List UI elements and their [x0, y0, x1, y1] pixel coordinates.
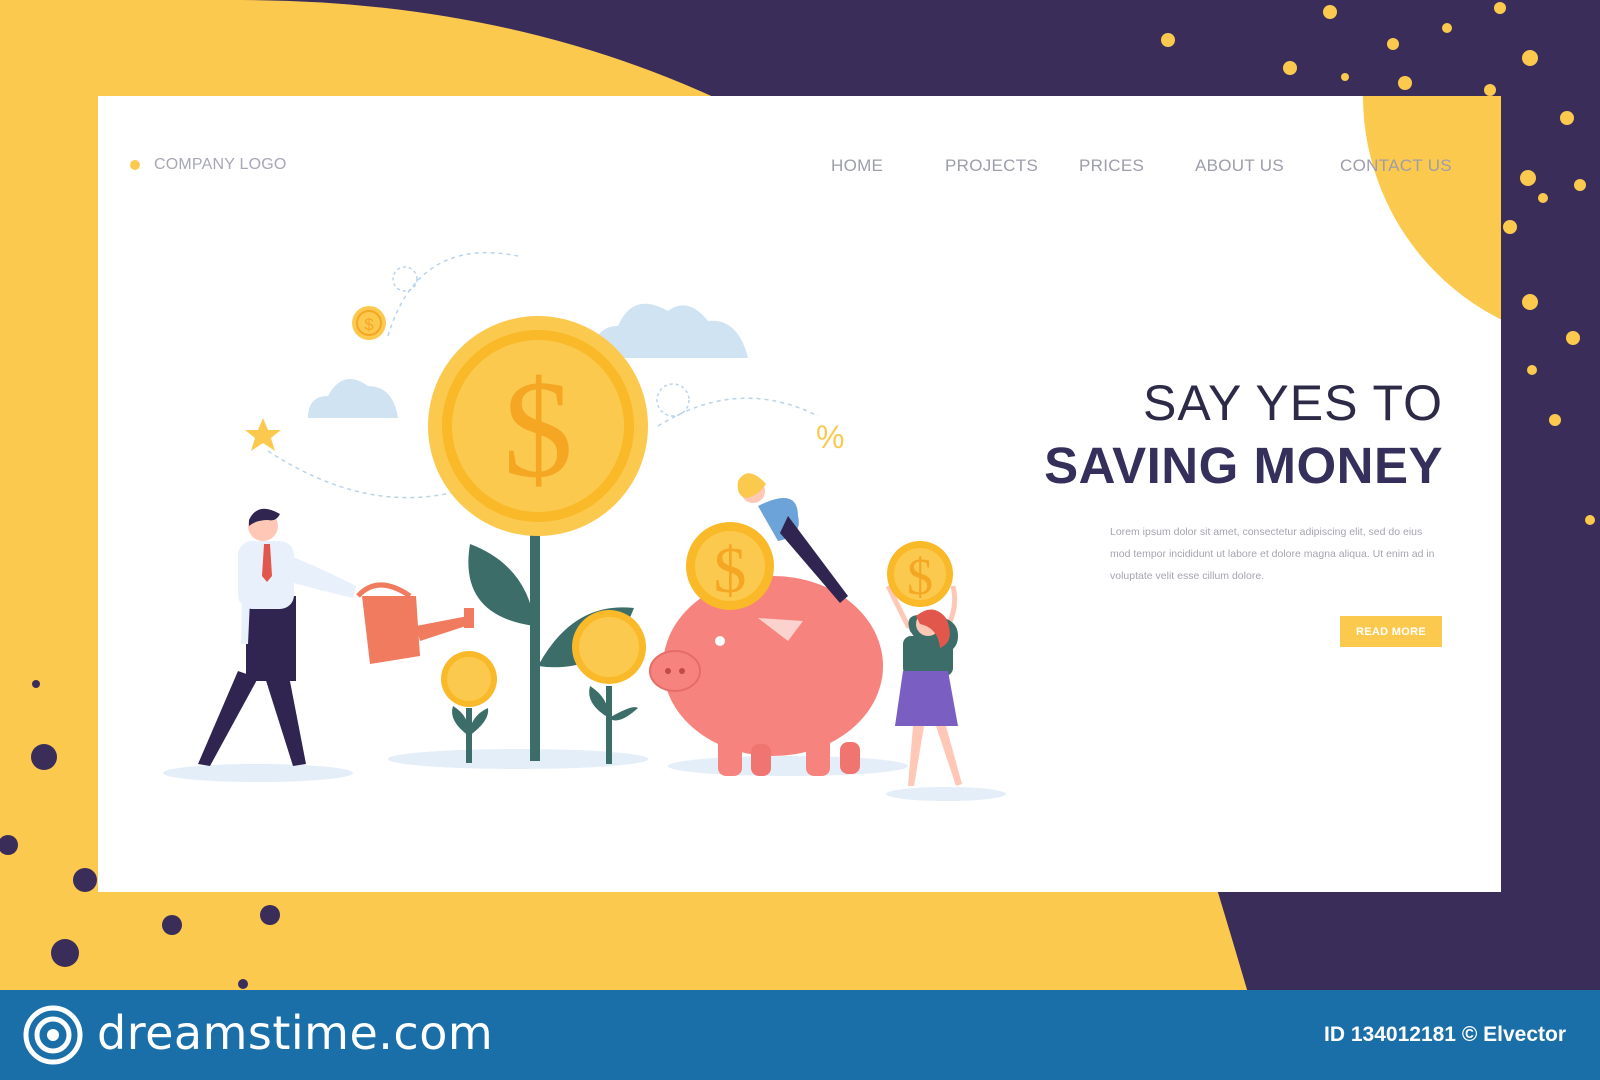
coin-icon: $ [352, 306, 386, 340]
footer-brand: dreamstime.com [97, 1006, 494, 1060]
read-more-button[interactable]: READ MORE [1340, 616, 1442, 647]
svg-text:$: $ [364, 315, 374, 334]
star-icon [245, 418, 281, 451]
svg-text:$: $ [503, 352, 573, 507]
saving-money-illustration: $ % $ $ $ [163, 251, 1006, 801]
footer-image-id: ID 134012181 © Elvector [1324, 1023, 1566, 1046]
svg-text:$: $ [714, 534, 747, 607]
svg-text:$: $ [907, 549, 933, 606]
percent-icon: % [816, 419, 844, 455]
dreamstime-logo-icon [23, 1005, 83, 1065]
landing-card: COMPANY LOGO HOME PROJECTS PRICES ABOUT … [98, 96, 1501, 892]
businessman-figure [198, 508, 356, 766]
hero-title-line1: SAY YES TO [1143, 375, 1443, 431]
nav-contact-us[interactable]: CONTACT US [1340, 156, 1452, 176]
piggy-bank-icon [649, 576, 883, 776]
watering-can-icon [356, 582, 474, 664]
watermark-footer: dreamstime.com ID 134012181 © Elvector [0, 990, 1600, 1080]
coin-flower [572, 610, 646, 764]
nav-about-us[interactable]: ABOUT US [1195, 156, 1284, 176]
hero-description: Lorem ipsum dolor sit amet, consectetur … [1110, 526, 1435, 582]
hero-title-line2: SAVING MONEY [1044, 437, 1443, 494]
coin-flower [441, 651, 497, 763]
decorative-circle [1363, 96, 1501, 346]
woman-holding-coin: $ [885, 541, 962, 786]
